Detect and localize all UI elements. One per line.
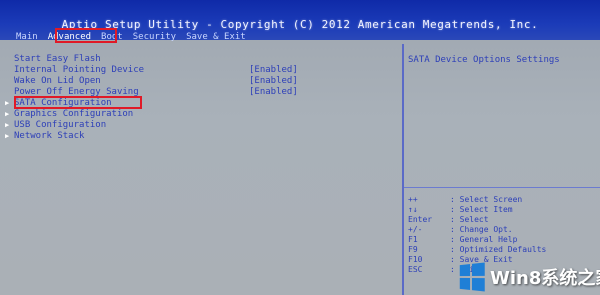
key-name: F10: [408, 255, 423, 264]
menu-item-internal-pointing-device[interactable]: Internal Pointing Device [Enabled]: [14, 65, 298, 76]
windows-logo-icon: [459, 262, 485, 291]
key-name: F1: [408, 235, 418, 244]
key-name: Enter: [408, 215, 433, 224]
bios-screen: Aptio Setup Utility - Copyright (C) 2012…: [0, 0, 600, 295]
tab-bar: Main Advanced Boot Security Save & Exit: [16, 31, 246, 43]
watermark-text: Win8系统之家: [490, 267, 600, 289]
menu-item-start-easy-flash[interactable]: Start Easy Flash: [14, 54, 101, 65]
key-help-row: ESC : Exit: [408, 265, 479, 275]
submenu-arrow-icon: ▶: [5, 110, 10, 118]
selected-item-highlight-box: [14, 96, 142, 109]
key-name: +/-: [408, 225, 423, 234]
key-description: : Select: [450, 215, 489, 224]
key-description: : Select Item: [450, 205, 513, 214]
tab-main[interactable]: Main: [16, 31, 38, 43]
menu-item-value: [Enabled]: [249, 65, 298, 75]
menu-item-label: Wake On Lid Open: [14, 76, 101, 86]
menu-item-label: USB Configuration: [14, 120, 107, 130]
submenu-arrow-icon: ▶: [5, 121, 10, 129]
title-bar: Aptio Setup Utility - Copyright (C) 2012…: [0, 0, 600, 43]
key-help-row: F10 : Save & Exit: [408, 255, 513, 265]
menu-item-label: Graphics Configuration: [14, 109, 134, 119]
menu-item-wake-on-lid-open[interactable]: Wake On Lid Open [Enabled]: [14, 76, 298, 87]
tab-security[interactable]: Security: [133, 31, 176, 43]
menu-item-usb-configuration[interactable]: ▶ USB Configuration: [5, 120, 107, 131]
key-help-row: ↑↓ : Select Item: [408, 205, 513, 215]
key-help-row: Enter : Select: [408, 215, 489, 225]
key-help-row: +/- : Change Opt.: [408, 225, 513, 235]
submenu-arrow-icon: ▶: [5, 132, 10, 140]
submenu-arrow-icon: ▶: [5, 99, 10, 107]
active-tab-highlight-box: [55, 28, 117, 43]
menu-item-label: Internal Pointing Device: [14, 65, 145, 75]
watermark: Win8系统之家: [458, 258, 600, 295]
help-description: SATA Device Options Settings: [408, 55, 560, 65]
menu-item-value: [Enabled]: [249, 76, 298, 86]
key-description: : Optimized Defaults: [450, 245, 547, 254]
menu-item-label: Start Easy Flash: [14, 54, 101, 64]
key-description: : Change Opt.: [450, 225, 513, 234]
key-name: ++: [408, 195, 418, 204]
help-divider: [404, 187, 600, 188]
key-help-row: ++ : Select Screen: [408, 195, 522, 205]
menu-item-graphics-configuration[interactable]: ▶ Graphics Configuration: [5, 109, 134, 120]
menu-item-value: [Enabled]: [249, 87, 298, 97]
key-help-row: F1 : General Help: [408, 235, 517, 245]
settings-panel: Start Easy Flash Internal Pointing Devic…: [4, 44, 404, 295]
key-name: ↑↓: [408, 205, 418, 214]
key-description: : General Help: [450, 235, 518, 244]
menu-item-label: Network Stack: [14, 131, 85, 141]
key-description: : Select Screen: [450, 195, 523, 204]
key-help-row: F9 : Optimized Defaults: [408, 245, 546, 255]
key-name: ESC: [408, 265, 423, 274]
menu-item-network-stack[interactable]: ▶ Network Stack: [5, 131, 85, 142]
key-name: F9: [408, 245, 418, 254]
tab-save-exit[interactable]: Save & Exit: [186, 31, 246, 43]
